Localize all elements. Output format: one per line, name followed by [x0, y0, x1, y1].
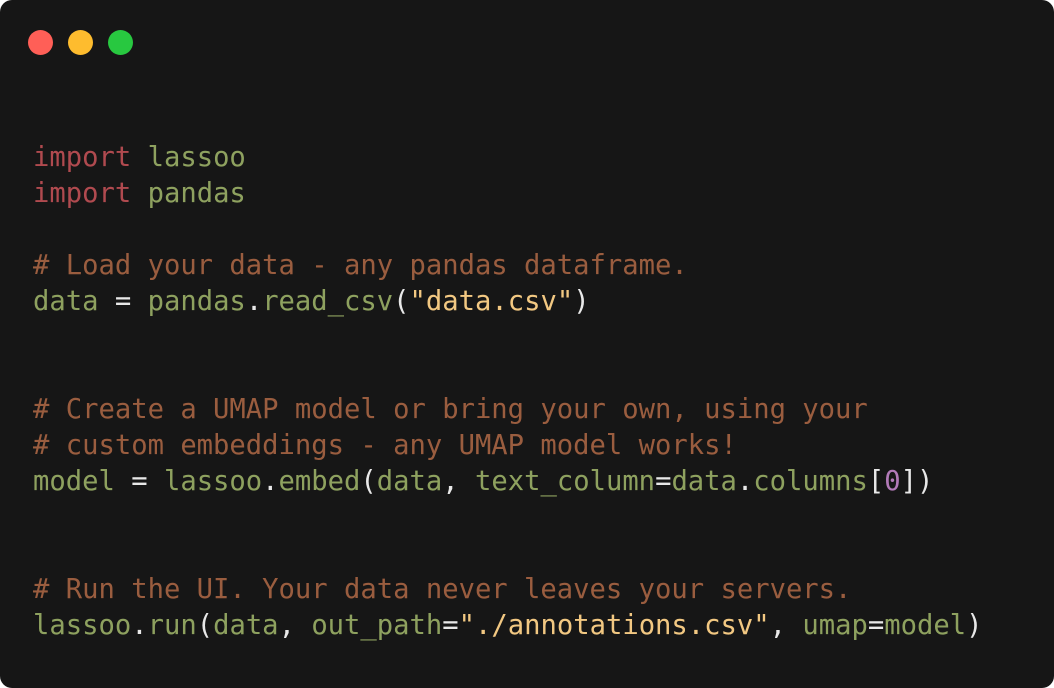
code-token-identifier: data: [671, 466, 737, 497]
code-token-punctuation: ): [573, 286, 590, 317]
code-token-identifier: model: [33, 466, 115, 497]
code-line: # Create a UMAP model or bring your own,…: [33, 392, 982, 428]
code-token-string: "./annotations.csv": [458, 610, 770, 641]
code-token-punctuation: =: [867, 610, 885, 641]
minimize-button[interactable]: [68, 30, 93, 55]
code-token-punctuation: ,: [278, 610, 312, 641]
code-token-punctuation: (: [393, 286, 410, 317]
code-line: import lassoo: [33, 140, 982, 176]
code-token-punctuation: ,: [769, 610, 803, 641]
code-token-keyword: import: [33, 142, 132, 173]
code-line: # Run the UI. Your data never leaves you…: [33, 572, 982, 608]
code-token-identifier: data: [376, 466, 443, 497]
code-token-punctuation: [: [867, 466, 885, 497]
code-token-comment: # Create a UMAP model or bring your own,…: [33, 394, 868, 425]
code-token-identifier: run: [147, 610, 197, 641]
code-token-comment: # custom embeddings - any UMAP model wor…: [33, 430, 737, 461]
code-token-punctuation: ): [966, 610, 983, 641]
code-token-identifier: embed: [278, 466, 361, 497]
code-token-identifier: lassoo: [33, 610, 132, 641]
code-token-identifier: pandas: [147, 178, 246, 209]
code-token-keyword: import: [33, 178, 132, 209]
zoom-button[interactable]: [108, 30, 133, 55]
code-token-punctuation: .: [736, 466, 754, 497]
code-token-punctuation: =: [114, 466, 164, 497]
code-token-identifier: lassoo: [147, 142, 246, 173]
code-token-identifier: data: [33, 286, 99, 317]
code-token-identifier: data: [213, 610, 279, 641]
code-token-punctuation: .: [245, 286, 263, 317]
code-token-punctuation: (: [360, 466, 377, 497]
code-window: import lassoo import pandas # Load your da…: [0, 0, 1054, 688]
code-line: lassoo.run(data, out_path="./annotations…: [33, 608, 982, 644]
code-token-identifier: umap: [802, 610, 868, 641]
code-token-identifier: columns: [753, 466, 868, 497]
code-line: import pandas: [33, 176, 982, 212]
code-token-punctuation: ,: [442, 466, 475, 497]
code-token-punctuation: [131, 178, 147, 209]
code-token-number: 0: [884, 466, 901, 497]
code-line: # custom embeddings - any UMAP model wor…: [33, 428, 982, 464]
code-token-punctuation: .: [262, 466, 279, 497]
code-line: model = lassoo.embed(data, text_column=d…: [33, 464, 982, 500]
code-token-comment: # Run the UI. Your data never leaves you…: [33, 574, 852, 605]
code-token-punctuation: .: [131, 610, 148, 641]
code-token-identifier: text_column: [475, 466, 656, 497]
code-token-punctuation: =: [655, 466, 672, 497]
code-block: import lassoo import pandas # Load your da…: [33, 140, 982, 644]
code-token-punctuation: =: [98, 286, 148, 317]
code-token-punctuation: ]): [900, 466, 934, 497]
code-token-identifier: pandas: [147, 286, 246, 317]
code-line: # Load your data - any pandas dataframe.: [33, 248, 982, 284]
code-line: data = pandas.read_csv("data.csv"): [33, 284, 982, 320]
close-button[interactable]: [28, 30, 53, 55]
code-token-identifier: read_csv: [262, 286, 394, 317]
code-token-punctuation: (: [196, 610, 214, 641]
code-token-comment: # Load your data - any pandas dataframe.: [33, 250, 688, 281]
window-titlebar: [0, 0, 1054, 84]
code-token-string: "data.csv": [409, 286, 574, 317]
code-token-identifier: lassoo: [163, 466, 263, 497]
code-token-identifier: out_path: [311, 610, 443, 641]
code-token-punctuation: =: [442, 610, 459, 641]
code-token-identifier: model: [884, 610, 967, 641]
code-token-punctuation: [131, 142, 147, 173]
